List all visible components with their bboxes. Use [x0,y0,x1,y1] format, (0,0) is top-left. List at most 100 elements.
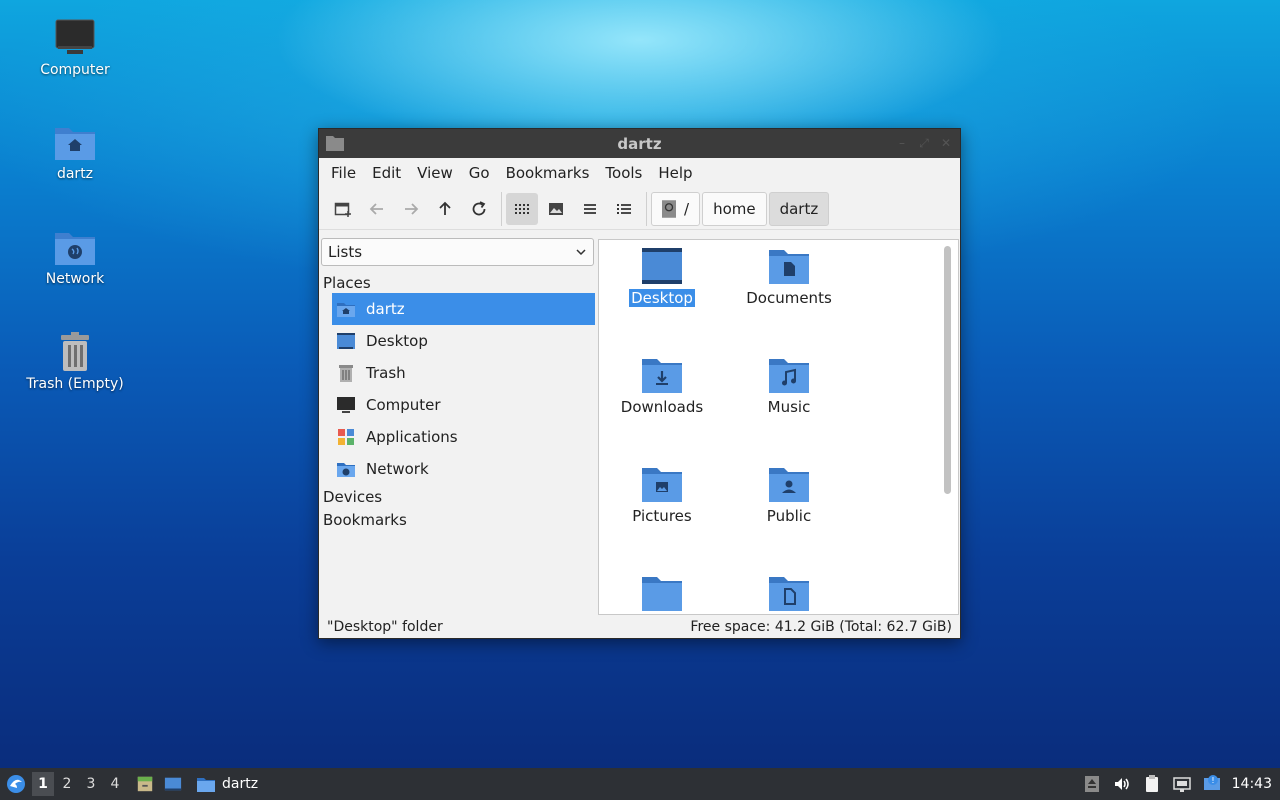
desktop-icon-computer[interactable]: Computer [20,16,130,78]
path-segment-label: dartz [779,199,819,218]
network-wired-icon[interactable] [1172,774,1192,794]
arrow-right-icon [405,202,419,215]
pictures-folder-icon [642,468,682,502]
sidebar-item-computer[interactable]: Computer [332,389,595,421]
up-button[interactable] [429,193,461,225]
path-button-root[interactable]: / [651,191,701,226]
menu-tools[interactable]: Tools [597,164,650,182]
file-label: Music [767,398,811,416]
taskbar: 1 2 3 4 dartz ! 14:43 [0,768,1280,800]
clock[interactable]: 14:43 [1232,776,1272,792]
file-label: Pictures [632,507,692,525]
sidebar: Lists Places dartz Desktop Trash Compute… [319,230,598,618]
file-item-music[interactable]: Music [729,356,849,416]
file-label: Public [766,507,812,525]
icon-view-button[interactable] [506,192,538,225]
compact-view-button[interactable] [574,193,606,225]
desktop-icon-network[interactable]: Network [20,225,130,287]
maximize-icon[interactable]: ⤢ [916,135,932,151]
close-icon[interactable]: ✕ [938,135,954,151]
sidebar-item-label: Applications [366,428,458,446]
trash-icon [61,332,89,371]
menu-bookmarks[interactable]: Bookmarks [498,164,598,182]
scrollbar[interactable] [944,246,951,494]
file-item-documents[interactable]: Documents [729,247,849,307]
file-view[interactable]: Desktop Documents Downloads Music Pictur… [598,239,959,615]
public-folder-icon [769,468,809,502]
thumbnail-view-button[interactable] [540,193,572,225]
devices-heading[interactable]: Devices [321,485,596,508]
task-window-dartz[interactable]: dartz [188,768,266,800]
sidebar-item-applications[interactable]: Applications [332,421,595,453]
sidebar-item-trash[interactable]: Trash [332,357,595,389]
detailed-view-button[interactable] [608,193,640,225]
computer-icon [55,19,95,54]
sidebar-item-desktop[interactable]: Desktop [332,325,595,357]
show-desktop-button[interactable] [160,770,186,798]
file-item-desktop[interactable]: Desktop [602,247,722,307]
file-item-downloads[interactable]: Downloads [602,356,722,416]
file-label: Documents [746,289,832,307]
sidebar-item-label: Desktop [366,332,428,350]
toolbar-separator [646,191,647,226]
applications-icon [338,429,354,445]
start-menu-button[interactable] [0,768,32,800]
file-manager-launcher[interactable] [132,770,158,798]
chevron-down-icon [576,249,586,256]
lubuntu-logo-icon [7,775,25,793]
volume-icon[interactable] [1112,774,1132,794]
sidebar-item-label: Computer [366,396,441,414]
back-button[interactable] [361,193,393,225]
update-notifier-icon[interactable]: ! [1202,774,1222,794]
templates-folder-icon [769,577,809,611]
workspace-2[interactable]: 2 [56,772,78,796]
menu-file[interactable]: File [323,164,364,182]
new-tab-button[interactable] [327,193,359,225]
desktop-icon-trash[interactable]: Trash (Empty) [20,330,130,392]
path-button-home[interactable]: home [702,191,767,226]
file-cabinet-icon [137,776,153,792]
reload-button[interactable] [463,193,495,225]
path-button-dartz[interactable]: dartz [768,191,830,226]
image-icon [549,202,563,215]
sidebar-item-label: Network [366,460,429,478]
grid-icon [515,203,529,214]
workspace-4[interactable]: 4 [104,772,126,796]
menu-help[interactable]: Help [650,164,700,182]
home-folder-icon [55,128,95,160]
trash-icon [339,365,353,382]
minimize-icon[interactable]: – [894,135,910,151]
detailed-list-icon [617,203,631,214]
desktop-icon [337,333,355,349]
music-folder-icon [769,359,809,393]
forward-button[interactable] [395,193,427,225]
documents-folder-icon [769,250,809,284]
file-label: Downloads [620,398,704,416]
desktop-icon-home[interactable]: dartz [20,120,130,182]
toolbar: / home dartz [319,188,960,230]
desktop-folder-icon [642,248,682,284]
folder-icon [642,577,682,611]
menu-edit[interactable]: Edit [364,164,409,182]
sidebar-item-dartz[interactable]: dartz [332,293,595,325]
file-item-pictures[interactable]: Pictures [602,465,722,525]
sidebar-mode-dropdown[interactable]: Lists [321,238,594,266]
menu-go[interactable]: Go [461,164,498,182]
clipboard-icon[interactable] [1142,774,1162,794]
home-icon [337,303,355,317]
menu-view[interactable]: View [409,164,461,182]
window-title: dartz [617,134,662,153]
file-item-public[interactable]: Public [729,465,849,525]
folder-icon [326,136,344,151]
workspace-3[interactable]: 3 [80,772,102,796]
workspace-1[interactable]: 1 [32,772,54,796]
bookmarks-heading[interactable]: Bookmarks [321,508,596,531]
file-item-templates[interactable] [729,574,849,614]
file-item-folder[interactable] [602,574,722,614]
sidebar-item-network[interactable]: Network [332,453,595,485]
folder-icon [197,778,215,792]
eject-icon[interactable] [1082,774,1102,794]
window-titlebar[interactable]: dartz – ⤢ ✕ [319,129,960,158]
arrow-up-icon [439,201,451,215]
status-selection: "Desktop" folder [327,619,443,635]
